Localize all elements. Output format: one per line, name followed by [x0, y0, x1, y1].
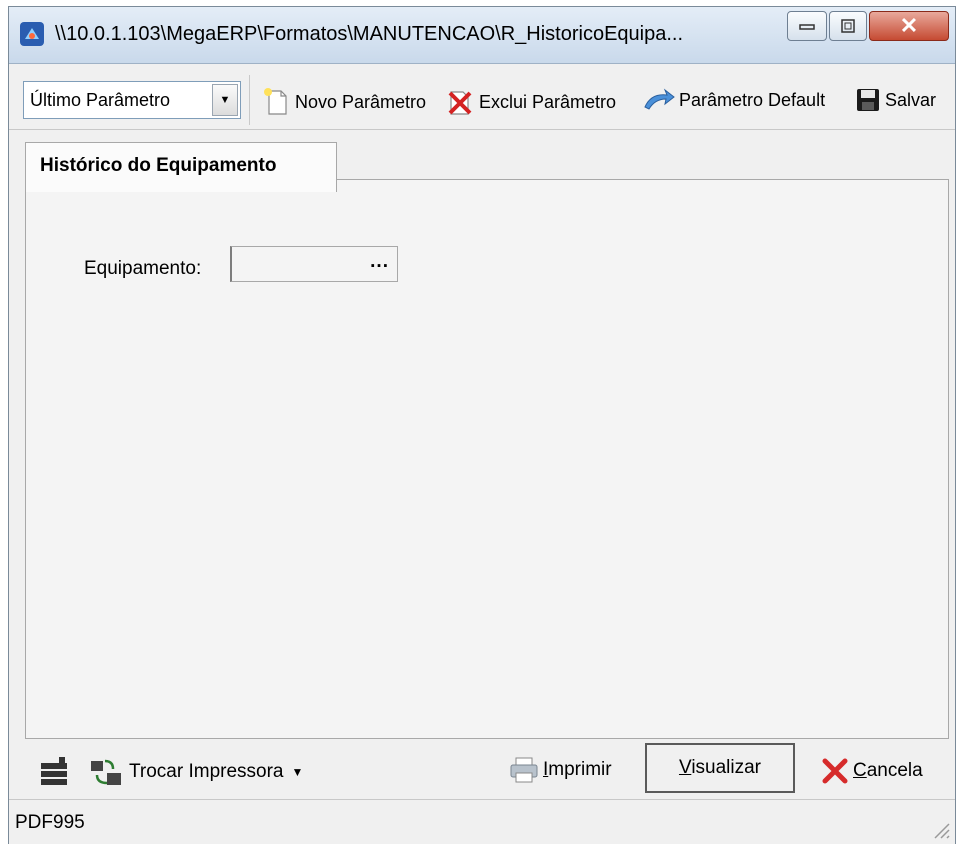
tab-label: Histórico do Equipamento — [40, 155, 277, 176]
toolbar-separator — [249, 75, 250, 125]
save-icon — [857, 89, 879, 111]
window-title: \\10.0.1.103\MegaERP\Formatos\MANUTENCAO… — [55, 23, 684, 45]
new-document-icon — [264, 88, 287, 115]
chevron-down-icon[interactable]: ▼ — [212, 84, 238, 116]
printer-setup-icon — [41, 757, 67, 785]
printer-name: PDF995 — [15, 812, 85, 833]
cancel-x-icon — [822, 758, 848, 784]
preview-label: Visualizar — [678, 757, 762, 778]
printer-icon — [510, 757, 538, 783]
print-label: Imprimir — [543, 759, 612, 780]
resize-grip-icon[interactable] — [931, 820, 951, 840]
maximize-button[interactable] — [829, 11, 867, 41]
minimize-button[interactable] — [787, 11, 827, 41]
report-window: \\10.0.1.103\MegaERP\Formatos\MANUTENCAO… — [8, 6, 956, 844]
equipment-label: Equipamento: — [84, 258, 202, 279]
parameter-select[interactable]: Último Parâmetro ▼ — [23, 81, 241, 119]
preview-button[interactable]: Visualizar — [645, 743, 795, 793]
default-parameter-button[interactable]: Parâmetro Default — [643, 87, 825, 113]
cancel-button[interactable]: Cancela — [821, 757, 923, 785]
minimize-icon — [799, 24, 815, 30]
equipment-field[interactable]: ... — [230, 246, 398, 282]
delete-parameter-label: Exclui Parâmetro — [479, 91, 617, 112]
save-label: Salvar — [885, 89, 937, 110]
close-icon: ✕ — [899, 13, 919, 38]
toolbar: Último Parâmetro ▼ Novo Parâmetro Exclui… — [9, 67, 955, 130]
change-printer-label: Trocar Impressora — [129, 761, 284, 782]
change-printer-button[interactable]: Trocar Impressora ▼ — [89, 755, 303, 789]
close-button[interactable]: ✕ — [869, 11, 949, 41]
delete-document-icon — [448, 91, 472, 115]
printer-setup-button[interactable] — [37, 755, 71, 789]
default-parameter-label: Parâmetro Default — [679, 89, 826, 110]
maximize-icon — [841, 19, 855, 33]
app-icon — [20, 22, 44, 46]
status-bar: PDF995 — [9, 799, 955, 844]
new-parameter-label: Novo Parâmetro — [295, 91, 427, 112]
tab-historico-equipamento[interactable]: Histórico do Equipamento — [25, 142, 337, 192]
lookup-button[interactable]: ... — [370, 251, 389, 273]
delete-parameter-button[interactable]: Exclui Parâmetro — [445, 87, 616, 117]
default-arrow-icon — [644, 88, 675, 110]
save-button[interactable]: Salvar — [855, 87, 936, 113]
chevron-down-icon[interactable]: ▼ — [292, 765, 304, 779]
tab-panel: Equipamento: ... — [25, 179, 949, 739]
title-bar[interactable]: \\10.0.1.103\MegaERP\Formatos\MANUTENCAO… — [9, 7, 955, 64]
cancel-label: Cancela — [853, 760, 923, 781]
print-button[interactable]: Imprimir — [509, 757, 612, 783]
new-parameter-button[interactable]: Novo Parâmetro — [261, 87, 426, 117]
change-printer-icon — [91, 759, 121, 785]
parameter-select-value: Último Parâmetro — [30, 89, 171, 110]
